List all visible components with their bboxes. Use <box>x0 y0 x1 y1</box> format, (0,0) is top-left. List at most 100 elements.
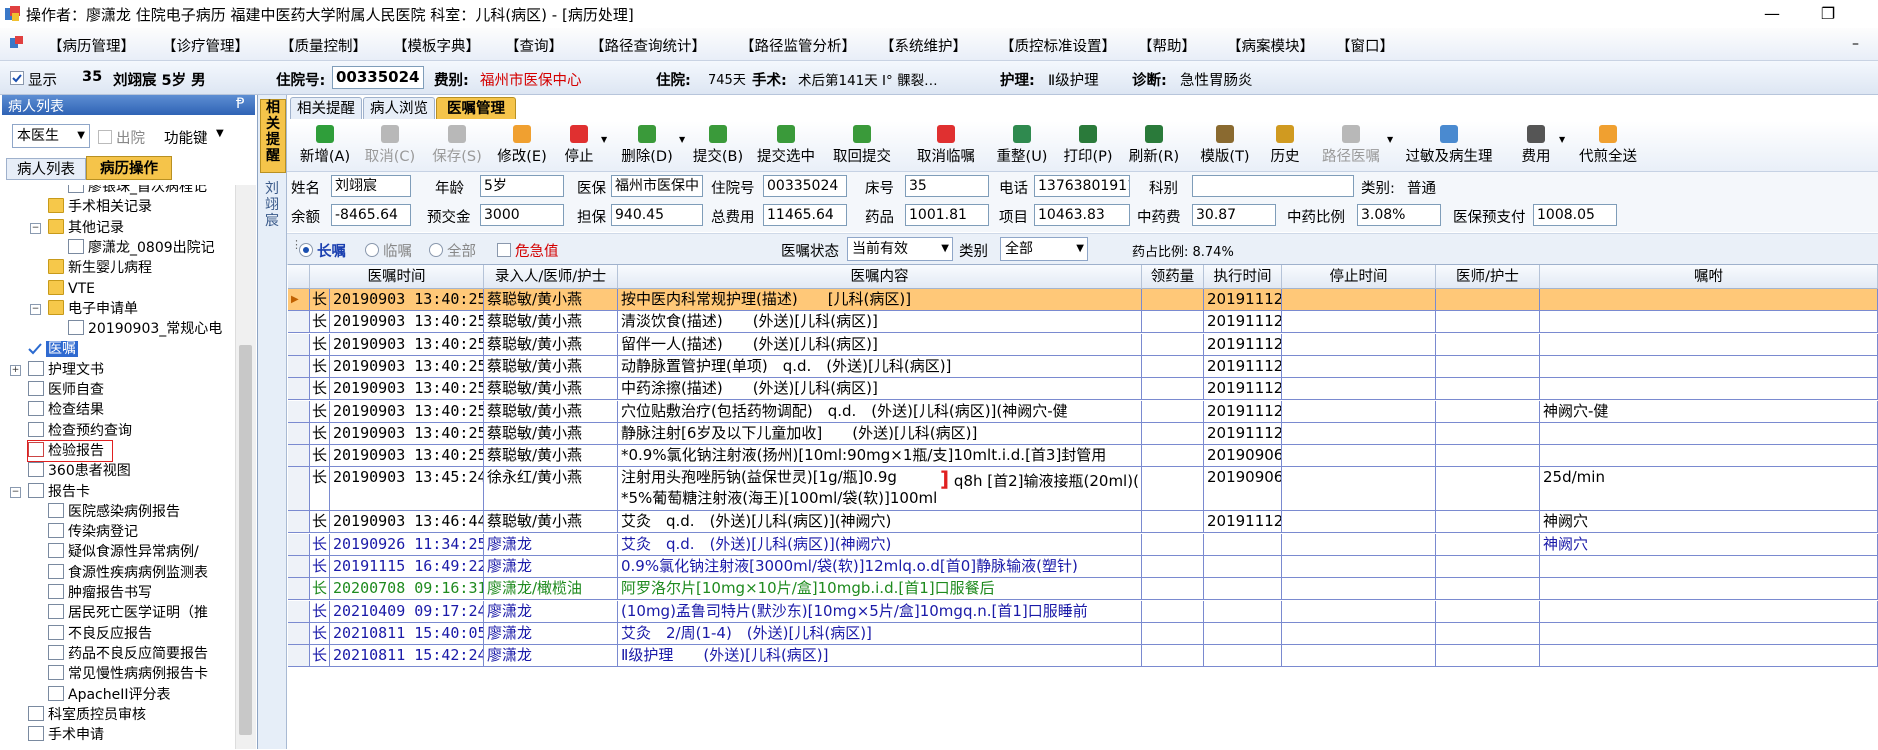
toolbar-button-7[interactable]: 提交选中 <box>751 121 821 171</box>
tree-node[interactable]: ApacheII评分表 <box>48 685 170 705</box>
type-combo[interactable]: 全部 ▼ <box>1000 237 1088 261</box>
cell-content[interactable]: 中药涂擦(描述) (外送)[儿科(病区)] <box>618 378 1142 400</box>
pin-icon[interactable]: Ᵽ <box>236 96 244 112</box>
cell-time[interactable]: 20190903 13:40:25 <box>330 445 484 467</box>
toolbar-button-2[interactable]: 保存(S) <box>427 121 487 171</box>
cell-exec[interactable]: 20191112 <box>1204 311 1282 333</box>
cell-content[interactable]: 艾灸 q.d. (外送)[儿科(病区)](神阙穴) <box>618 534 1142 556</box>
cell-content[interactable]: 按中医内科常规护理(描述) [儿科(病区)] <box>618 289 1142 311</box>
cell-exec[interactable]: 20191112 <box>1204 289 1282 311</box>
cell-content[interactable]: 艾灸 q.d. (外送)[儿科(病区)](神阙穴) <box>618 511 1142 533</box>
table-row[interactable]: 长 20200708 09:16:31 廖潇龙/橄榄油 阿罗洛尔片[10mg×10片/… <box>288 578 1878 600</box>
toolbar-button-16[interactable]: 过敏及病生理 <box>1393 121 1505 171</box>
table-row[interactable]: 长 20190926 11:34:25 廖潇龙 艾灸 q.d. (外送)[儿科(病区)… <box>288 534 1878 556</box>
cell-person[interactable]: 蔡聪敏/黄小燕 <box>484 378 618 400</box>
tree-node[interactable]: 手术申请 <box>28 725 104 745</box>
cell-stop[interactable] <box>1282 578 1436 600</box>
cell-nurse[interactable] <box>1436 423 1540 445</box>
column-header-5[interactable]: 执行时间 <box>1204 265 1282 289</box>
cell-note[interactable]: 神阙穴 <box>1540 534 1878 556</box>
tree-node[interactable]: 居民死亡医学证明（推 <box>48 603 208 623</box>
tree-expander-icon[interactable]: − <box>30 223 41 234</box>
cell-nurse[interactable] <box>1436 645 1540 667</box>
tree-node[interactable]: 护理文书 <box>28 360 104 380</box>
cell-exec[interactable] <box>1204 534 1282 556</box>
cell-qty[interactable] <box>1142 445 1204 467</box>
cell-content[interactable]: 艾灸 2/周(1-4) (外送)[儿科(病区)] <box>618 623 1142 645</box>
cell-content[interactable]: 穴位贴敷治疗(包括药物调配) q.d. (外送)[儿科(病区)](神阙穴-健 <box>618 401 1142 423</box>
all-orders-radio[interactable] <box>429 243 443 257</box>
tree-node[interactable]: 检验报告 <box>27 440 113 462</box>
tree-node[interactable]: 360患者视图 <box>28 461 131 481</box>
cell-stop[interactable] <box>1282 534 1436 556</box>
cell-content[interactable]: 阿罗洛尔片[10mg×10片/盒]10mgb.i.d.[首1]口服餐后 <box>618 578 1142 600</box>
column-header-3[interactable]: 医嘱内容 <box>618 265 1142 289</box>
column-header-0[interactable] <box>288 265 310 289</box>
tree-node[interactable]: 检查预约查询 <box>28 421 132 441</box>
cell-stop[interactable] <box>1282 467 1436 511</box>
cell-content[interactable]: 注射用头孢唑肟钠(益保世灵)[1g/瓶]0.9g *5%葡萄糖注射液(海王)[10… <box>618 467 1142 511</box>
cell-person[interactable]: 廖潇龙 <box>484 601 618 623</box>
cell-exec[interactable] <box>1204 601 1282 623</box>
discharged-checkbox[interactable] <box>98 130 112 144</box>
tree-node[interactable]: 电子申请单 <box>48 299 138 319</box>
cell-exec[interactable]: 20191112 <box>1204 511 1282 533</box>
name-field[interactable]: 刘翊宸 <box>331 175 411 197</box>
cell-person[interactable]: 廖潇龙 <box>484 556 618 578</box>
cell-time[interactable]: 20190903 13:40:25 <box>330 334 484 356</box>
menu-item-5[interactable]: 【路径查询统计】 <box>590 35 706 56</box>
table-row[interactable]: 长 20190903 13:45:24 徐永红/黄小燕 注射用头孢唑肟钠(益保世灵)[… <box>288 467 1878 511</box>
admission-no-field-2[interactable]: 00335024 <box>763 175 847 197</box>
tree-node[interactable]: 医嘱 <box>28 339 78 359</box>
insurance-field[interactable]: 福州市医保中 <box>611 175 703 197</box>
cell-qty[interactable] <box>1142 423 1204 445</box>
tree-node[interactable]: 其他记录 <box>48 218 124 238</box>
cell-time[interactable]: 20210409 09:17:24 <box>330 601 484 623</box>
cell-exec[interactable] <box>1204 556 1282 578</box>
cell-nurse[interactable] <box>1436 334 1540 356</box>
cell-qty[interactable] <box>1142 401 1204 423</box>
menu-item-11[interactable]: 【窗口】 <box>1336 35 1394 56</box>
tree-node[interactable]: 新生婴儿病程 <box>48 258 152 278</box>
cell-exec[interactable] <box>1204 578 1282 600</box>
toolbar-button-11[interactable]: 打印(P) <box>1059 121 1117 171</box>
item-fee-field[interactable]: 10463.83 <box>1034 204 1130 226</box>
table-row[interactable]: 长 20190903 13:46:44 蔡聪敏/黄小燕 艾灸 q.d. (外送)[儿科… <box>288 511 1878 533</box>
cell-time[interactable]: 20190903 13:40:25 <box>330 356 484 378</box>
age-field[interactable]: 5岁 <box>480 175 564 197</box>
menu-item-1[interactable]: 【诊疗管理】 <box>162 35 249 56</box>
toolbar-button-15[interactable]: 路径医嘱 <box>1313 121 1389 171</box>
table-row[interactable]: 长 20191115 16:49:22 廖潇龙 0.9%氯化钠注射液[3000ml/袋… <box>288 556 1878 578</box>
row-header[interactable]: ▶ <box>288 289 310 311</box>
table-row[interactable]: 长 20190903 13:40:25 蔡聪敏/黄小燕 穴位贴敷治疗(包括药物调配) … <box>288 401 1878 423</box>
bed-field[interactable]: 35 <box>905 175 989 197</box>
tree-node[interactable]: 医院感染病例报告 <box>48 502 180 522</box>
drug-fee-field[interactable]: 1001.81 <box>905 204 989 226</box>
total-fee-field[interactable]: 11465.64 <box>763 204 847 226</box>
toolbar-button-12[interactable]: 刷新(R) <box>1123 121 1185 171</box>
table-row[interactable]: 长 20190903 13:40:25 蔡聪敏/黄小燕 静脉注射[6岁及以下儿童加收]… <box>288 423 1878 445</box>
table-row[interactable]: 长 20210811 15:40:05 廖潇龙 艾灸 2/周(1-4) (外送)[儿科… <box>288 623 1878 645</box>
table-row[interactable]: 长 20190903 13:40:25 蔡聪敏/黄小燕 动静脉置管护理(单项) q.d… <box>288 356 1878 378</box>
cell-stop[interactable] <box>1282 311 1436 333</box>
cell-nurse[interactable] <box>1436 311 1540 333</box>
cell-person[interactable]: 蔡聪敏/黄小燕 <box>484 356 618 378</box>
cell-nurse[interactable] <box>1436 578 1540 600</box>
table-row[interactable]: 长 20190903 13:40:25 蔡聪敏/黄小燕 *0.9%氯化钠注射液(扬州)… <box>288 445 1878 467</box>
cell-person[interactable]: 蔡聪敏/黄小燕 <box>484 401 618 423</box>
cell-nurse[interactable] <box>1436 356 1540 378</box>
cell-content[interactable]: *0.9%氯化钠注射液(扬州)[10ml:90mg×1瓶/支]10mlt.i.d… <box>618 445 1142 467</box>
cell-note[interactable] <box>1540 623 1878 645</box>
row-header[interactable] <box>288 645 310 667</box>
toolbar-button-17[interactable]: 费用 <box>1511 121 1561 171</box>
cell-note[interactable] <box>1540 556 1878 578</box>
table-row[interactable]: ▶ 长 20190903 13:40:25 蔡聪敏/黄小燕 按中医内科常规护理(描述) … <box>288 289 1878 311</box>
cell-note[interactable] <box>1540 289 1878 311</box>
guarantee-field[interactable]: 940.45 <box>611 204 703 226</box>
cell-qty[interactable] <box>1142 289 1204 311</box>
cell-note[interactable] <box>1540 645 1878 667</box>
cell-nurse[interactable] <box>1436 556 1540 578</box>
tree-node[interactable]: 廖银珠_首次病程记 <box>68 185 207 197</box>
tab-patient-list[interactable]: 病人列表 <box>6 158 86 180</box>
cell-qty[interactable] <box>1142 378 1204 400</box>
